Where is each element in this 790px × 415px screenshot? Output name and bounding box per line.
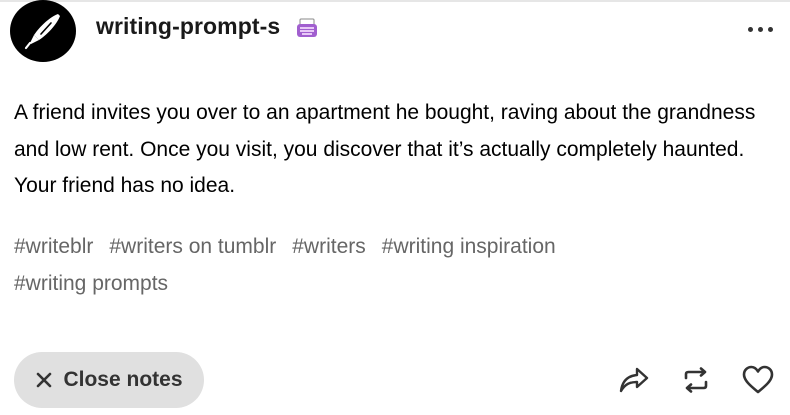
tag-link[interactable]: #writing prompts — [14, 266, 168, 303]
post-header: writing-prompt-s — [10, 0, 780, 62]
post-card: writing-prompt-s A friend invites you ov… — [0, 0, 790, 415]
typewriter-icon — [296, 17, 318, 39]
post-tags: #writeblr #writers on tumblr #writers #writ… — [14, 229, 734, 302]
post-actions — [616, 360, 776, 400]
reblog-button[interactable] — [678, 362, 714, 398]
share-icon — [619, 367, 649, 393]
avatar[interactable] — [10, 0, 76, 62]
quill-pen-icon — [24, 14, 60, 50]
tag-link[interactable]: #writers — [292, 229, 366, 266]
reblog-icon — [684, 367, 708, 393]
tag-link[interactable]: #writing inspiration — [382, 229, 556, 266]
share-button[interactable] — [616, 362, 652, 398]
post-body: A friend invites you over to an apartmen… — [14, 101, 756, 197]
heart-icon — [742, 365, 774, 394]
close-notes-label: Close notes — [63, 368, 183, 391]
tag-link[interactable]: #writers on tumblr — [109, 229, 276, 266]
close-icon — [37, 372, 52, 388]
like-button[interactable] — [740, 362, 776, 398]
blog-name[interactable]: writing-prompt-s — [96, 13, 280, 40]
tag-link[interactable]: #writeblr — [14, 229, 93, 266]
more-options-dot — [757, 26, 763, 32]
more-options-button[interactable] — [740, 18, 780, 40]
close-notes-button[interactable]: Close notes — [14, 352, 204, 408]
more-options-dot — [767, 26, 773, 32]
more-options-icon — [747, 26, 753, 32]
